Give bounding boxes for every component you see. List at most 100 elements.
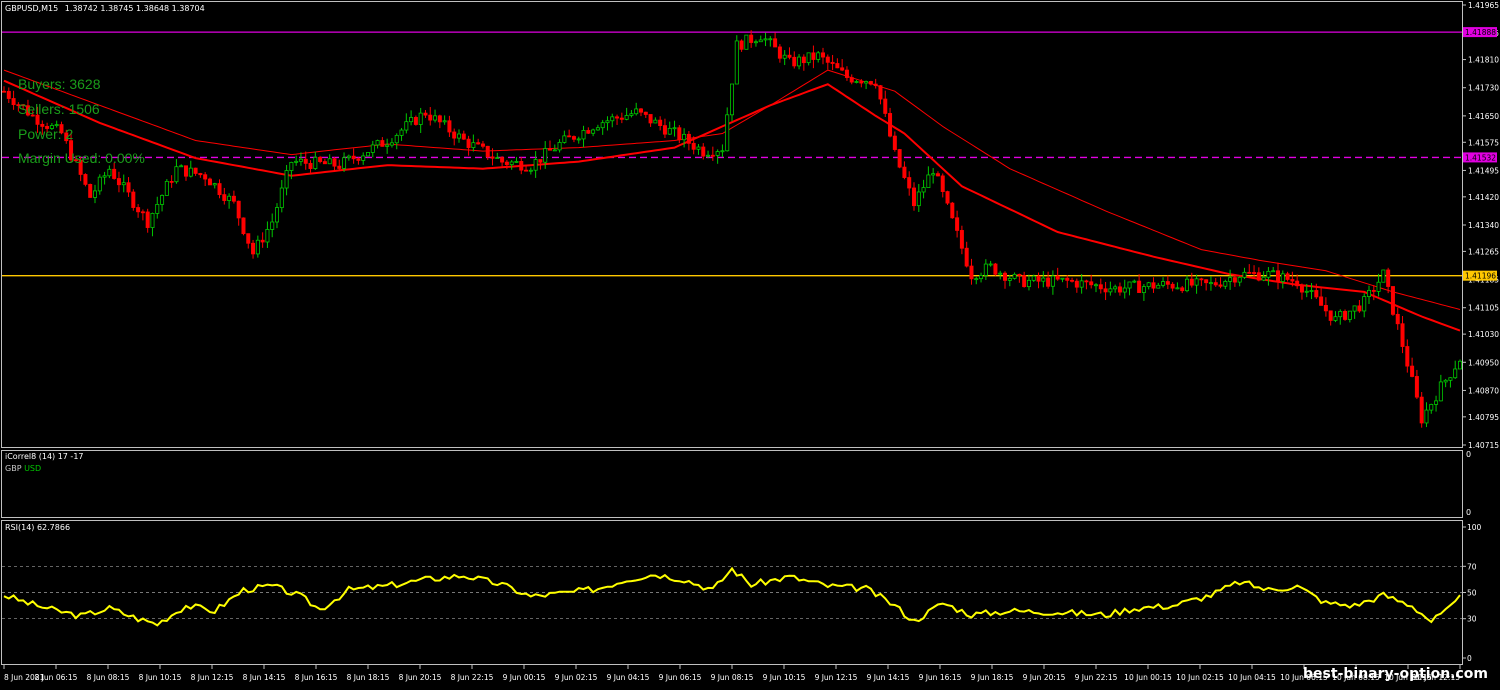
candle-body: [639, 108, 644, 113]
candle-body: [1213, 282, 1218, 286]
price-axis-ticks: 1.419651.418851.418101.417301.416501.415…: [1462, 1, 1499, 450]
candle-body: [840, 67, 845, 71]
candle-body: [394, 134, 399, 144]
candle-body: [1434, 400, 1439, 405]
candle-body: [1299, 285, 1304, 293]
candle-body: [825, 56, 830, 63]
candle-body: [1036, 275, 1041, 282]
candle-body: [720, 150, 725, 153]
candle-body: [1271, 270, 1276, 273]
candle-body: [318, 156, 323, 162]
candle-body: [1419, 396, 1424, 424]
candle-body: [643, 111, 648, 115]
candle-body: [409, 117, 414, 123]
candle-body: [615, 116, 620, 119]
price-tick-label: 1.41340: [1468, 221, 1499, 230]
indicator1-pair: GBP USD: [5, 464, 41, 473]
candle-body: [93, 190, 98, 198]
time-tick-label: 8 Jun 22:15: [451, 673, 494, 682]
time-tick-label: 9 Jun 14:15: [867, 673, 910, 682]
price-tag-label: 1.41888: [1465, 28, 1496, 37]
price-tag-label: 1.41532: [1465, 153, 1496, 162]
candle-body: [351, 155, 356, 160]
candle-body: [567, 135, 572, 138]
candle-body: [1362, 296, 1367, 312]
candle-body: [136, 207, 141, 213]
candle-body: [787, 54, 792, 58]
time-tick-label: 8 Jun 20:15: [399, 673, 442, 682]
price-tick-label: 1.41420: [1468, 193, 1499, 202]
candle-body: [600, 122, 605, 129]
candle-body: [591, 129, 596, 134]
horizontal-lines[interactable]: 1.41888 1.41532 1.41196: [2, 27, 1497, 281]
rsi-level-label: 50: [1467, 589, 1477, 598]
candle-body: [332, 158, 337, 167]
time-tick-label: 9 Jun 12:15: [815, 673, 858, 682]
candle-body: [528, 169, 533, 172]
candle-body: [835, 63, 840, 69]
candle-body: [241, 217, 246, 235]
candle-body: [83, 174, 88, 185]
candle-body: [548, 148, 553, 151]
candle-body: [509, 161, 514, 165]
price-tick-label: 1.41265: [1468, 247, 1499, 256]
candle-body: [1175, 287, 1180, 290]
pair-base: GBP: [5, 464, 22, 473]
candle-body: [1022, 275, 1027, 288]
candle-body: [964, 247, 969, 267]
candle-body: [1261, 276, 1266, 281]
time-tick-label: 10 Jun 04:15: [1228, 673, 1276, 682]
time-tick-label: 9 Jun 04:15: [607, 673, 650, 682]
symbol-label: GBPUSD,M15: [5, 4, 59, 13]
time-tick-label: 9 Jun 02:15: [555, 673, 598, 682]
candle-body: [902, 166, 907, 178]
candle-body: [1309, 290, 1314, 292]
candle-body: [160, 195, 165, 205]
candle-body: [849, 77, 854, 83]
candle-body: [1443, 379, 1448, 383]
candle-body: [595, 127, 600, 131]
candle-body: [979, 275, 984, 280]
candle-body: [1103, 288, 1108, 293]
candle-body: [346, 155, 351, 159]
candle-body: [327, 158, 332, 165]
candle-body: [1194, 278, 1199, 286]
candle-body: [2, 90, 7, 93]
candle-body: [677, 127, 682, 141]
time-tick-label: 9 Jun 08:15: [711, 673, 754, 682]
candle-body: [912, 187, 917, 207]
trading-chart[interactable]: 1.419651.418851.418101.417301.416501.415…: [0, 0, 1500, 690]
margin-stat: Margin Used: 0.00%: [18, 150, 145, 166]
candle-body: [298, 158, 303, 162]
indicator1-scale-top: 0: [1466, 450, 1472, 459]
price-tick-label: 1.41030: [1468, 330, 1499, 339]
candle-body: [629, 113, 634, 116]
candle-body: [1046, 277, 1051, 287]
candle-body: [1003, 272, 1008, 281]
candle-body: [1395, 313, 1400, 325]
main-header: GBPUSD,M15 1.38742 1.38745 1.38648 1.387…: [5, 4, 205, 13]
candle-body: [1151, 282, 1156, 289]
candle-body: [1376, 281, 1381, 292]
candle-body: [701, 146, 706, 157]
candle-body: [356, 158, 361, 161]
candle-body: [935, 173, 940, 177]
candle-body: [476, 142, 481, 145]
candle-body: [1386, 269, 1391, 287]
candle-body: [773, 38, 778, 48]
candle-body: [1237, 276, 1242, 283]
candle-body: [1185, 278, 1190, 292]
candle-body: [1290, 279, 1295, 282]
candle-body: [1132, 280, 1137, 283]
candle-body: [543, 148, 548, 163]
rsi-level-label: 30: [1467, 615, 1477, 624]
candle-body: [260, 239, 265, 243]
price-tick-label: 1.41965: [1468, 1, 1499, 10]
pair-quote: USD: [24, 464, 42, 473]
candle-body: [1031, 275, 1036, 281]
candle-body: [988, 263, 993, 266]
candle-body: [1117, 286, 1122, 293]
price-tick-label: 1.41105: [1468, 304, 1499, 313]
candle-body: [868, 81, 873, 85]
rsi-level-label: 70: [1467, 562, 1477, 571]
